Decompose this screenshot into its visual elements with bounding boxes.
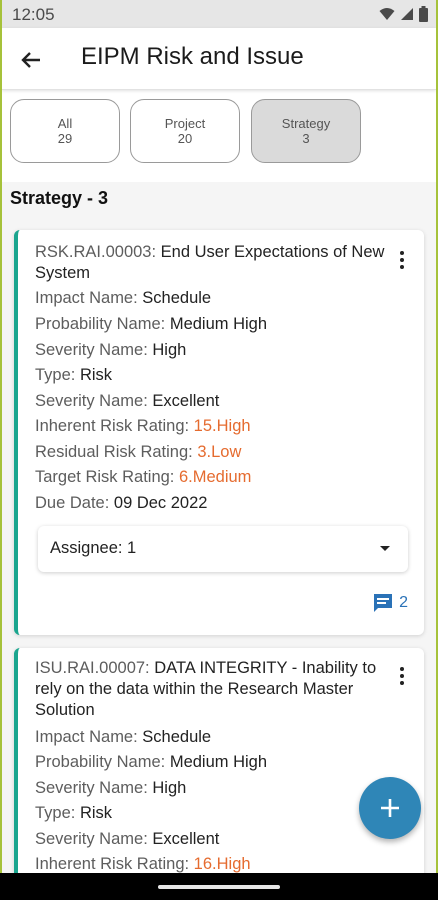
field-severity: Severity Name: High	[35, 341, 187, 359]
field-inherent-risk: Inherent Risk Rating: 15.High	[35, 417, 251, 435]
device-frame: 12:05 EIPM Risk and Issue All 29 Project…	[0, 0, 438, 900]
app-bar: EIPM Risk and Issue	[2, 28, 436, 90]
issue-card[interactable]: ISU.RAI.00007: DATA INTEGRITY - Inabilit…	[14, 648, 424, 873]
comment-icon	[374, 594, 393, 612]
home-gesture-handle[interactable]	[158, 885, 280, 889]
field-inherent-risk: Inherent Risk Rating: 16.High	[35, 855, 251, 873]
field-impact: Impact Name: Schedule	[35, 289, 212, 307]
system-nav-bar	[0, 873, 438, 900]
add-button[interactable]	[359, 777, 421, 839]
filter-project[interactable]: Project 20	[130, 99, 240, 163]
status-bar: 12:05	[2, 0, 436, 28]
filter-strategy-count: 3	[302, 131, 310, 146]
assignee-dropdown[interactable]: Assignee: 1	[38, 526, 408, 572]
card-title: ISU.RAI.00007: DATA INTEGRITY - Inabilit…	[35, 658, 395, 721]
field-type: Type: Risk	[35, 366, 113, 384]
field-probability: Probability Name: Medium High	[35, 315, 268, 333]
dropdown-arrow-icon	[380, 546, 390, 551]
page-title: EIPM Risk and Issue	[81, 43, 304, 70]
app-screen: 12:05 EIPM Risk and Issue All 29 Project…	[2, 0, 436, 873]
field-due-date: Due Date: 09 Dec 2022	[35, 494, 208, 512]
section-title: Strategy - 3	[10, 188, 109, 208]
field-probability: Probability Name: Medium High	[35, 753, 268, 771]
card-code: RSK.RAI.00003:	[35, 243, 157, 261]
field-severity: Severity Name: High	[35, 779, 187, 797]
wifi-icon	[379, 8, 395, 20]
more-options-icon[interactable]	[392, 248, 412, 272]
assignee-label: Assignee: 1	[50, 539, 137, 557]
field-impact: Impact Name: Schedule	[35, 728, 212, 746]
card-code: ISU.RAI.00007:	[35, 659, 150, 677]
field-severity-2: Severity Name: Excellent	[35, 830, 220, 848]
plus-icon	[381, 799, 399, 817]
field-severity-2: Severity Name: Excellent	[35, 392, 220, 410]
risk-card[interactable]: RSK.RAI.00003: End User Expectations of …	[14, 230, 424, 635]
field-target-risk: Target Risk Rating: 6.Medium	[35, 468, 252, 486]
field-type: Type: Risk	[35, 804, 113, 822]
signal-icon	[401, 8, 413, 20]
filter-all-label: All	[57, 116, 73, 131]
risk-list: RSK.RAI.00003: End User Expectations of …	[2, 216, 436, 873]
back-button[interactable]	[16, 45, 46, 75]
filter-strategy[interactable]: Strategy 3	[251, 99, 361, 163]
filter-all[interactable]: All 29	[10, 99, 120, 163]
comments-button[interactable]: 2	[372, 593, 408, 613]
status-icons	[379, 6, 428, 22]
battery-icon	[419, 6, 428, 22]
more-options-icon[interactable]	[392, 664, 412, 688]
arrow-back-icon	[21, 52, 40, 68]
filter-project-label: Project	[164, 116, 206, 131]
field-residual-risk: Residual Risk Rating: 3.Low	[35, 443, 242, 461]
card-title: RSK.RAI.00003: End User Expectations of …	[35, 242, 395, 284]
filter-project-count: 20	[177, 131, 193, 146]
filter-strategy-label: Strategy	[281, 116, 331, 131]
status-time: 12:05	[12, 5, 55, 24]
filter-all-count: 29	[57, 131, 73, 146]
comment-count: 2	[399, 594, 408, 611]
